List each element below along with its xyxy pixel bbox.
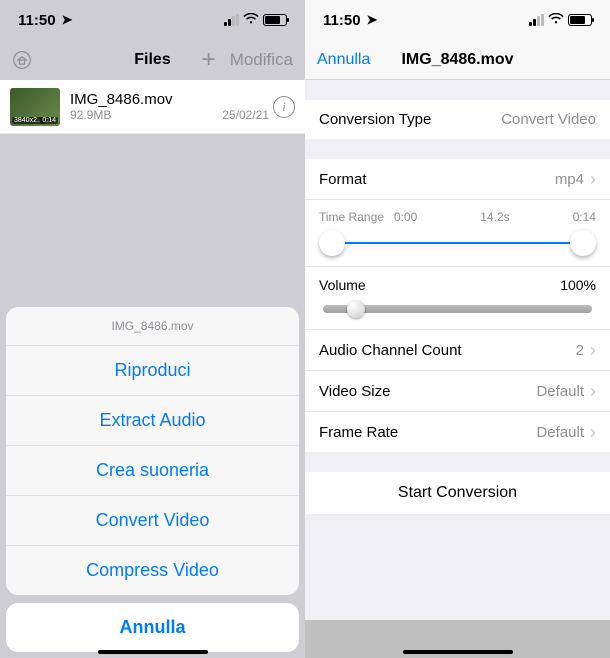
cell-signal-icon bbox=[529, 14, 544, 26]
label: Video Size bbox=[319, 383, 390, 400]
cell-volume: Volume 100% bbox=[305, 267, 610, 330]
value: mp4 bbox=[555, 171, 584, 188]
sheet-opt-extract[interactable]: Extract Audio bbox=[6, 396, 299, 446]
label: Time Range bbox=[319, 210, 384, 224]
battery-icon bbox=[568, 14, 592, 26]
screen-convert: 11:50 ➤ Annulla IMG_8486.mov Conversion … bbox=[305, 0, 610, 658]
volume-knob[interactable] bbox=[347, 300, 365, 318]
cell-time-range: Time Range 0:00 14.2s 0:14 bbox=[305, 200, 610, 267]
navbar: Annulla IMG_8486.mov bbox=[305, 40, 610, 80]
time-duration: 14.2s bbox=[480, 210, 509, 224]
location-icon: ➤ bbox=[367, 12, 378, 28]
time-end: 0:14 bbox=[573, 210, 596, 224]
home-indicator[interactable] bbox=[98, 650, 208, 654]
cell-conversion-type[interactable]: Conversion Type Convert Video bbox=[305, 100, 610, 139]
label: Audio Channel Count bbox=[319, 342, 462, 359]
chevron-right-icon: › bbox=[590, 423, 596, 441]
sheet-title: IMG_8486.mov bbox=[6, 307, 299, 346]
range-start-knob[interactable] bbox=[319, 230, 345, 256]
value: Default bbox=[536, 383, 584, 400]
start-conversion-button[interactable]: Start Conversion bbox=[305, 472, 610, 514]
home-indicator[interactable] bbox=[403, 650, 513, 654]
chevron-right-icon: › bbox=[590, 170, 596, 188]
status-time: 11:50 bbox=[323, 12, 361, 29]
label: Frame Rate bbox=[319, 424, 398, 441]
label: Format bbox=[319, 171, 367, 188]
screen-files: 11:50 ➤ Files + Modifica bbox=[0, 0, 305, 658]
sheet-opt-compress[interactable]: Compress Video bbox=[6, 546, 299, 595]
cell-frame-rate[interactable]: Frame Rate Default › bbox=[305, 412, 610, 452]
cell-format[interactable]: Format mp4 › bbox=[305, 159, 610, 200]
value: 2 bbox=[576, 342, 584, 359]
chevron-right-icon: › bbox=[590, 341, 596, 359]
time-start: 0:00 bbox=[394, 210, 417, 224]
time-range-slider[interactable] bbox=[319, 230, 596, 256]
label: Conversion Type bbox=[319, 111, 431, 128]
sheet-opt-convert[interactable]: Convert Video bbox=[6, 496, 299, 546]
cancel-button[interactable]: Annulla bbox=[317, 51, 370, 69]
cell-audio-channels[interactable]: Audio Channel Count 2 › bbox=[305, 330, 610, 371]
range-end-knob[interactable] bbox=[570, 230, 596, 256]
value: Default bbox=[536, 424, 584, 441]
chevron-right-icon: › bbox=[590, 382, 596, 400]
cell-video-size[interactable]: Video Size Default › bbox=[305, 371, 610, 412]
value: 100% bbox=[560, 277, 596, 293]
volume-slider[interactable] bbox=[319, 299, 596, 319]
action-sheet: IMG_8486.mov Riproduci Extract Audio Cre… bbox=[0, 0, 305, 658]
sheet-opt-ringtone[interactable]: Crea suoneria bbox=[6, 446, 299, 496]
sheet-opt-play[interactable]: Riproduci bbox=[6, 346, 299, 396]
label: Volume bbox=[319, 277, 366, 293]
value: Convert Video bbox=[501, 111, 596, 128]
status-bar: 11:50 ➤ bbox=[305, 0, 610, 40]
wifi-icon bbox=[548, 13, 564, 28]
sheet-cancel[interactable]: Annulla bbox=[6, 603, 299, 652]
